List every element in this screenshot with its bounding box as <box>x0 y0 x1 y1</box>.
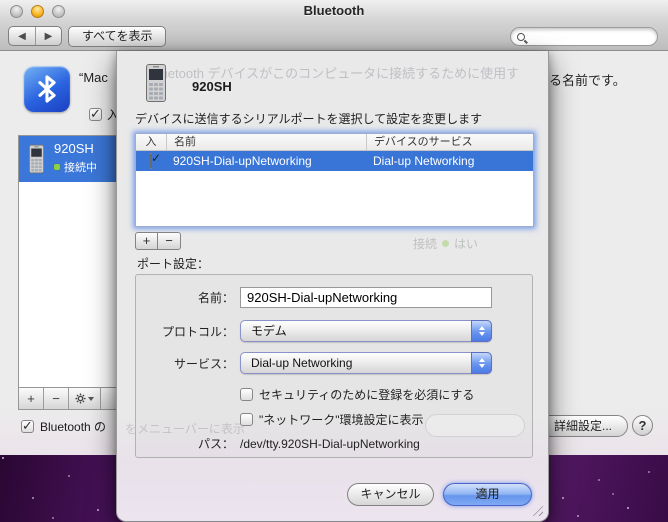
sheet-instruction: デバイスに送信するシリアルポートを選択して設定を変更します <box>135 110 482 127</box>
arrow-up-icon <box>479 326 485 330</box>
row-name-cell: 920SH-Dial-upNetworking <box>166 154 366 168</box>
gear-icon <box>75 393 86 404</box>
ghost-status-value: はい <box>454 235 478 252</box>
desktop-stars <box>2 457 4 459</box>
add-device-button[interactable]: + <box>19 388 44 409</box>
chevron-down-icon <box>88 397 94 401</box>
arrow-up-icon <box>479 358 485 362</box>
resize-grip[interactable] <box>530 503 543 516</box>
device-list-item-920sh[interactable]: 920SH 接続中 <box>19 136 117 182</box>
apply-button[interactable]: 適用 <box>443 483 532 506</box>
service-popup-value: Dial-up Networking <box>251 356 352 370</box>
row-checkbox-checked[interactable] <box>150 153 152 169</box>
require-auth-label: セキュリティのために登録を必須にする <box>259 386 474 403</box>
menubar-status-checkbox[interactable]: Bluetooth の <box>21 418 117 435</box>
protocol-popup-value: モデム <box>251 324 287 338</box>
checkbox-unchecked-icon <box>240 413 253 426</box>
forward-button[interactable]: ▶ <box>35 27 61 45</box>
show-network-checkbox[interactable]: "ネットワーク"環境設定に表示 <box>240 411 424 428</box>
help-button[interactable]: ? <box>632 415 653 436</box>
show-all-button[interactable]: すべてを表示 <box>68 26 166 47</box>
titlebar: Bluetooth <box>0 0 668 22</box>
add-port-button[interactable]: + <box>135 232 158 250</box>
protocol-label: プロトコル： <box>136 323 234 340</box>
checkbox-unchecked-icon <box>240 388 253 401</box>
connected-status-dot <box>54 164 60 170</box>
path-label: パス： <box>136 435 234 452</box>
remove-port-button[interactable]: − <box>158 232 181 250</box>
advanced-settings-button[interactable]: 詳細設定... <box>538 415 628 437</box>
menubar-checkbox-label: Bluetooth の <box>40 418 106 435</box>
search-field[interactable] <box>510 27 658 46</box>
port-name-input[interactable] <box>240 287 492 308</box>
path-row: パス： /dev/tty.920SH-Dial-upNetworking <box>136 435 532 452</box>
back-button[interactable]: ◀ <box>9 27 35 45</box>
service-popup[interactable]: Dial-up Networking <box>240 352 492 374</box>
checkbox-checked-icon <box>21 420 34 433</box>
device-list: 920SH 接続中 <box>18 135 118 388</box>
search-icon <box>517 33 525 41</box>
path-value: /dev/tty.920SH-Dial-upNetworking <box>240 437 420 451</box>
column-header-on[interactable]: 入 <box>136 134 166 150</box>
table-row[interactable]: 920SH-Dial-upNetworking Dial-up Networki… <box>136 151 533 171</box>
device-name-note-fragment-left: “Mac <box>79 70 116 85</box>
cancel-button[interactable]: キャンセル <box>347 483 434 506</box>
sheet-header: 920SH <box>145 63 232 103</box>
window-title: Bluetooth <box>0 0 668 22</box>
name-row: 名前： <box>136 287 532 308</box>
service-label: サービス： <box>136 355 234 372</box>
device-name-note-fragment-right: る名前です。 <box>549 70 626 89</box>
bluetooth-power-checkbox[interactable]: 入 <box>89 106 119 123</box>
device-status: 接続中 <box>54 159 97 175</box>
close-window-button[interactable] <box>10 5 23 18</box>
port-add-remove-group: + − <box>135 232 181 250</box>
device-meta: 920SH 接続中 <box>54 143 97 175</box>
minimize-window-button[interactable] <box>31 5 44 18</box>
bluetooth-app-icon <box>24 66 70 112</box>
zoom-window-button[interactable] <box>52 5 65 18</box>
protocol-row: プロトコル： モデム <box>136 320 532 342</box>
name-label: 名前： <box>136 289 234 306</box>
column-header-name[interactable]: 名前 <box>166 134 366 150</box>
arrow-down-icon <box>479 332 485 336</box>
ghost-status-label: 接続 <box>413 235 437 252</box>
preferences-toolbar: ◀ ▶ すべてを表示 <box>0 22 668 51</box>
protocol-popup[interactable]: モデム <box>240 320 492 342</box>
column-header-service[interactable]: デバイスのサービス <box>366 134 533 150</box>
popup-stepper-icon <box>471 352 492 374</box>
row-enabled-cell <box>136 154 166 168</box>
device-status-label: 接続中 <box>64 159 97 175</box>
ghost-status-dot <box>442 240 449 247</box>
require-auth-checkbox[interactable]: セキュリティのために登録を必須にする <box>240 386 474 403</box>
ghost-connection-status: 接続 はい <box>413 235 478 252</box>
device-action-menu-button[interactable] <box>69 388 101 409</box>
show-network-label: "ネットワーク"環境設定に表示 <box>259 411 424 428</box>
device-name: 920SH <box>54 141 97 156</box>
port-settings-groupbox: 名前： プロトコル： モデム サービス： Dial-up Networking <box>135 274 533 458</box>
nav-back-forward: ◀ ▶ <box>8 26 62 46</box>
phone-icon <box>28 144 45 174</box>
search-input[interactable] <box>525 29 657 44</box>
device-list-toolbar: + − <box>18 388 118 410</box>
popup-stepper-icon <box>471 320 492 342</box>
bluetooth-rune-icon <box>30 72 64 106</box>
remove-device-button[interactable]: − <box>44 388 69 409</box>
service-row: サービス： Dial-up Networking <box>136 352 532 374</box>
table-header-row: 入 名前 デバイスのサービス <box>136 134 533 151</box>
port-settings-label: ポート設定： <box>137 255 209 272</box>
arrow-down-icon <box>479 364 485 368</box>
serial-ports-table: 入 名前 デバイスのサービス 920SH-Dial-upNetworking D… <box>135 133 534 227</box>
checkbox-checked-icon <box>89 108 102 121</box>
row-service-cell: Dial-up Networking <box>366 154 533 168</box>
serial-port-sheet: Bluetooth デバイスがこのコンピュータに接続するために使用す 接続 はい… <box>116 51 549 522</box>
sheet-device-title: 920SH <box>192 79 232 94</box>
phone-icon <box>145 63 167 103</box>
